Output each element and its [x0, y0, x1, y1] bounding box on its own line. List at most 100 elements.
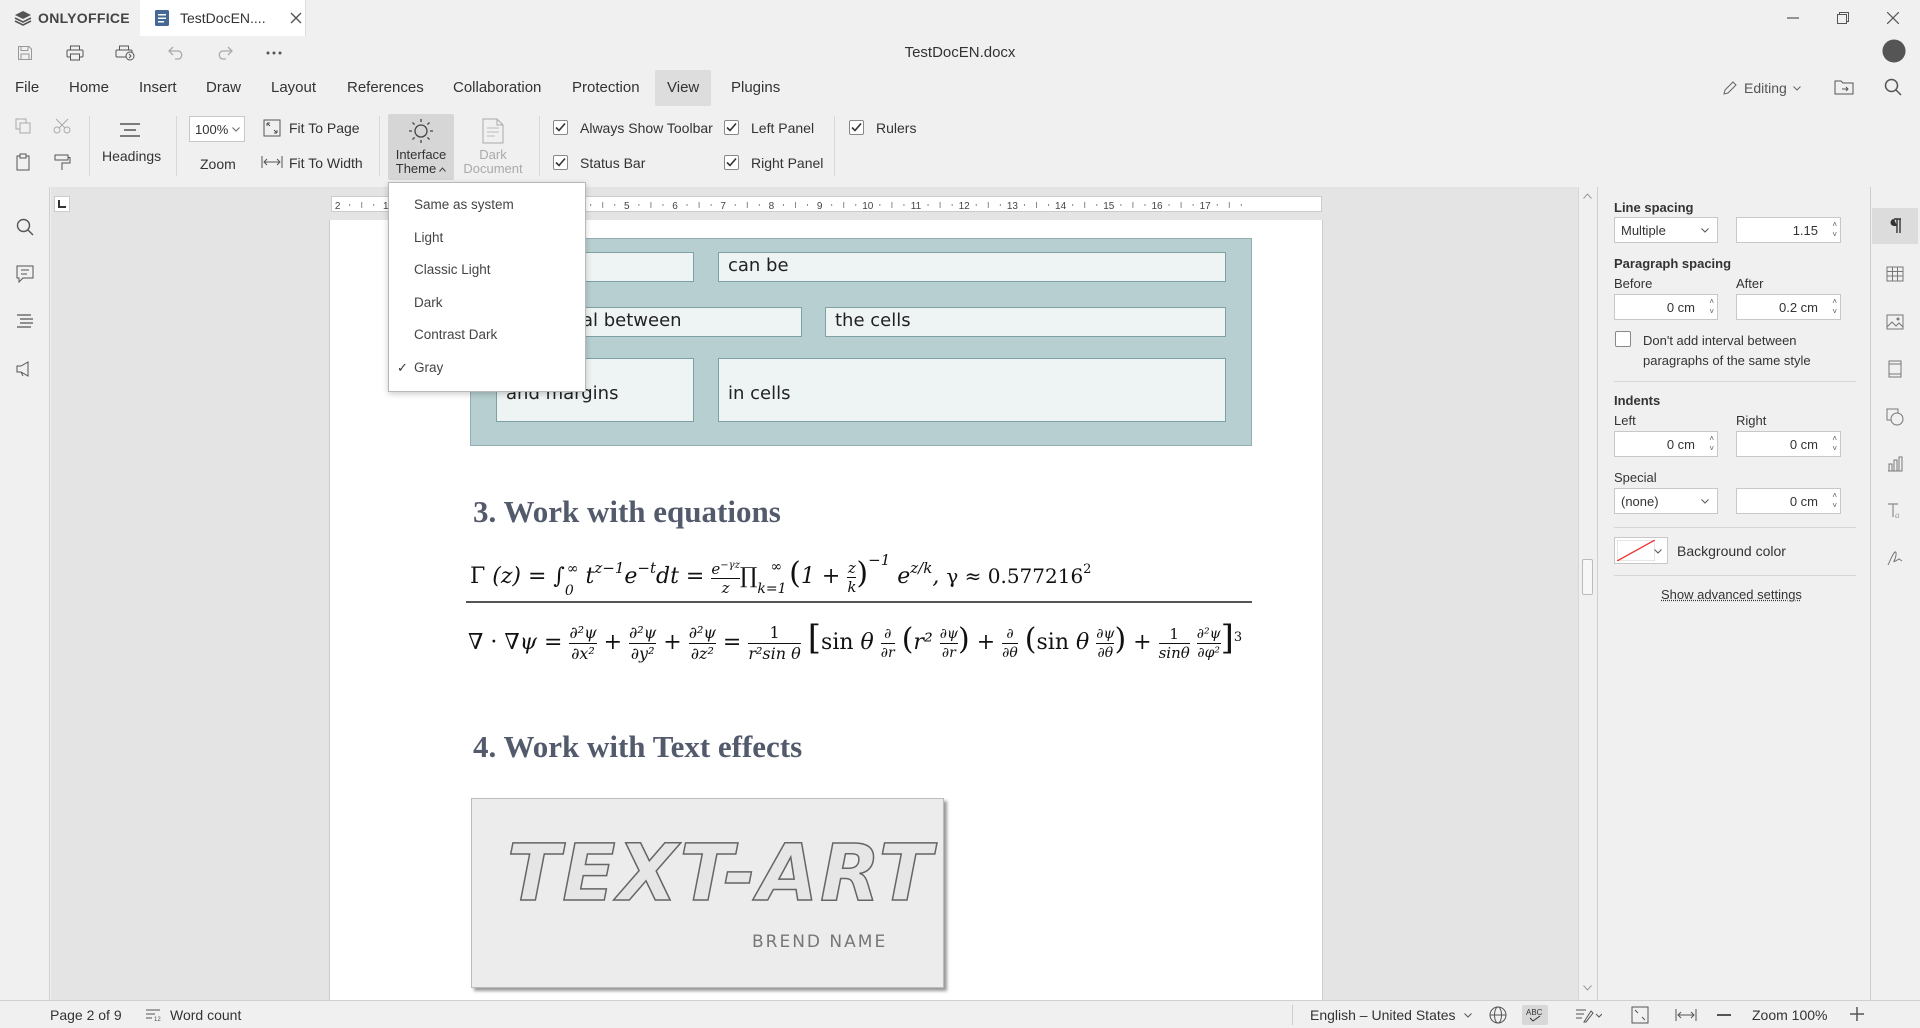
text-art-shape[interactable]: TEXT-ART BREND NAME — [471, 798, 944, 988]
menu-item-gray[interactable]: ✓ Gray — [389, 352, 585, 385]
chart-settings-icon[interactable] — [1883, 452, 1907, 476]
page-indicator[interactable]: Page 2 of 9 — [50, 1007, 122, 1023]
cut-icon[interactable] — [53, 118, 71, 134]
globe-icon[interactable] — [1489, 1006, 1507, 1024]
spin-arrows-icon[interactable]: ˄ ˅ — [1704, 435, 1714, 453]
always-show-toolbar-checkbox[interactable] — [553, 120, 568, 135]
search-icon[interactable] — [13, 215, 37, 239]
fit-page-icon[interactable] — [263, 119, 281, 137]
headings-icon[interactable] — [117, 122, 143, 138]
language-select[interactable]: English – United States — [1310, 1007, 1472, 1023]
onlyoffice-logo[interactable]: ONLYOFFICE — [14, 9, 130, 27]
close-window-button[interactable] — [1870, 0, 1916, 36]
vertical-scrollbar[interactable] — [1578, 187, 1596, 1000]
zoom-select[interactable]: 100% — [189, 116, 245, 142]
rulers-label[interactable]: Rulers — [876, 120, 916, 136]
menu-item-same-as-system[interactable]: Same as system — [389, 189, 585, 222]
table-settings-icon[interactable] — [1883, 262, 1907, 286]
special-indent-select[interactable]: (none) — [1614, 488, 1718, 514]
menu-item-contrast-dark[interactable]: Contrast Dark — [389, 319, 585, 352]
menu-item-light[interactable]: Light — [389, 222, 585, 255]
left-panel-checkbox[interactable] — [724, 120, 739, 135]
restore-button[interactable] — [1820, 0, 1866, 36]
fit-to-width-button[interactable]: Fit To Width — [289, 155, 363, 171]
tab-insert[interactable]: Insert — [127, 70, 189, 106]
fit-width-icon[interactable] — [261, 155, 283, 169]
no-interval-checkbox[interactable] — [1615, 331, 1631, 347]
headings-button[interactable]: Headings — [102, 148, 161, 164]
no-interval-label[interactable]: Don't add interval between paragraphs of… — [1643, 331, 1811, 371]
status-bar-checkbox[interactable] — [553, 155, 568, 170]
interface-theme-button[interactable]: Interface Theme — [388, 114, 454, 180]
shape-settings-icon[interactable] — [1883, 405, 1907, 429]
indent-right-input[interactable]: 0 cm ˄ ˅ — [1736, 431, 1841, 457]
tab-file[interactable]: File — [3, 70, 51, 106]
spin-arrows-icon[interactable]: ˄ ˅ — [1827, 435, 1837, 453]
fit-width-status-icon[interactable] — [1675, 1008, 1697, 1022]
tab-collaboration[interactable]: Collaboration — [441, 70, 553, 106]
tab-view[interactable]: View — [655, 70, 712, 106]
paste-icon[interactable] — [15, 153, 33, 171]
comments-icon[interactable] — [13, 262, 37, 286]
equation-laplacian[interactable]: ∇ · ∇ψ = ∂²ψ ∂x² + ∂²ψ ∂y² + ∂²ψ ∂z² = 1 r²s… — [468, 618, 1242, 664]
zoom-level[interactable]: Zoom 100% — [1752, 1007, 1827, 1023]
fit-page-status-icon[interactable] — [1631, 1006, 1649, 1024]
format-painter-icon[interactable] — [53, 153, 71, 171]
right-panel-label[interactable]: Right Panel — [751, 155, 823, 171]
paragraph-icon[interactable] — [1883, 214, 1907, 238]
tab-home[interactable]: Home — [57, 70, 121, 106]
copy-icon[interactable] — [15, 118, 33, 134]
header-footer-icon[interactable] — [1883, 357, 1907, 381]
table-cell[interactable]: the cells — [825, 307, 1226, 337]
spellcheck-toggle[interactable]: ABC — [1522, 1005, 1548, 1025]
spacing-after-input[interactable]: 0.2 cm ˄ ˅ — [1736, 294, 1841, 320]
search-icon[interactable] — [1884, 78, 1902, 96]
editing-mode-button[interactable]: Editing — [1722, 80, 1801, 96]
feedback-icon[interactable] — [13, 357, 37, 381]
spin-arrows-icon[interactable]: ˄ ˅ — [1704, 298, 1714, 316]
always-show-toolbar-label[interactable]: Always Show Toolbar — [580, 120, 713, 136]
tab-layout[interactable]: Layout — [259, 70, 328, 106]
track-changes-icon[interactable] — [1574, 1006, 1602, 1024]
image-settings-icon[interactable] — [1883, 310, 1907, 334]
status-bar-label[interactable]: Status Bar — [580, 155, 645, 171]
special-indent-value-input[interactable]: 0 cm ˄ ˅ — [1736, 488, 1841, 514]
spin-arrows-icon[interactable]: ˄ ˅ — [1827, 492, 1837, 510]
tab-draw[interactable]: Draw — [194, 70, 253, 106]
fit-to-page-button[interactable]: Fit To Page — [289, 120, 360, 136]
right-panel-checkbox[interactable] — [724, 155, 739, 170]
rulers-checkbox[interactable] — [849, 120, 864, 135]
open-location-icon[interactable] — [1834, 78, 1854, 96]
menu-item-dark[interactable]: Dark — [389, 287, 585, 320]
scroll-down-icon[interactable] — [1583, 985, 1592, 991]
spin-arrows-icon[interactable]: ˄ ˅ — [1827, 298, 1837, 316]
text-art-settings-icon[interactable]: a — [1883, 499, 1907, 523]
zoom-in-icon[interactable] — [1850, 1007, 1864, 1021]
dark-document-button[interactable]: Dark Document — [460, 114, 526, 180]
tab-references[interactable]: References — [335, 70, 436, 106]
spacing-before-input[interactable]: 0 cm ˄ ˅ — [1614, 294, 1718, 320]
line-spacing-value-input[interactable]: 1.15 ˄ ˅ — [1736, 217, 1841, 243]
document-tab[interactable]: TestDocEN.... — [140, 0, 306, 36]
tab-protection[interactable]: Protection — [560, 70, 652, 106]
scroll-thumb[interactable] — [1582, 559, 1593, 595]
minimize-button[interactable] — [1770, 0, 1816, 36]
line-spacing-type-select[interactable]: Multiple — [1614, 217, 1718, 243]
show-advanced-settings-link[interactable]: Show advanced settings — [1661, 587, 1802, 602]
indent-left-input[interactable]: 0 cm ˄ ˅ — [1614, 431, 1718, 457]
tab-plugins[interactable]: Plugins — [719, 70, 792, 106]
menu-item-classic-light[interactable]: Classic Light — [389, 254, 585, 287]
close-tab-icon[interactable] — [290, 12, 302, 24]
scroll-up-icon[interactable] — [1583, 193, 1592, 199]
table-cell[interactable]: in cells — [718, 358, 1226, 422]
equation-gamma[interactable]: Γ (z) = ∫0∞ tz−1e−tdt = e−γz z ∏k=1∞ (1 + … — [470, 551, 1091, 599]
navigation-icon[interactable] — [13, 309, 37, 333]
zoom-out-icon[interactable] — [1717, 1014, 1731, 1016]
spin-arrows-icon[interactable]: ˄ ˅ — [1827, 221, 1837, 239]
word-count-button[interactable]: Word count — [170, 1007, 241, 1023]
signature-icon[interactable] — [1883, 546, 1907, 570]
left-panel-label[interactable]: Left Panel — [751, 120, 814, 136]
tab-stop-selector[interactable] — [54, 196, 70, 212]
background-color-picker[interactable] — [1614, 537, 1668, 564]
table-cell[interactable]: can be — [718, 252, 1226, 282]
